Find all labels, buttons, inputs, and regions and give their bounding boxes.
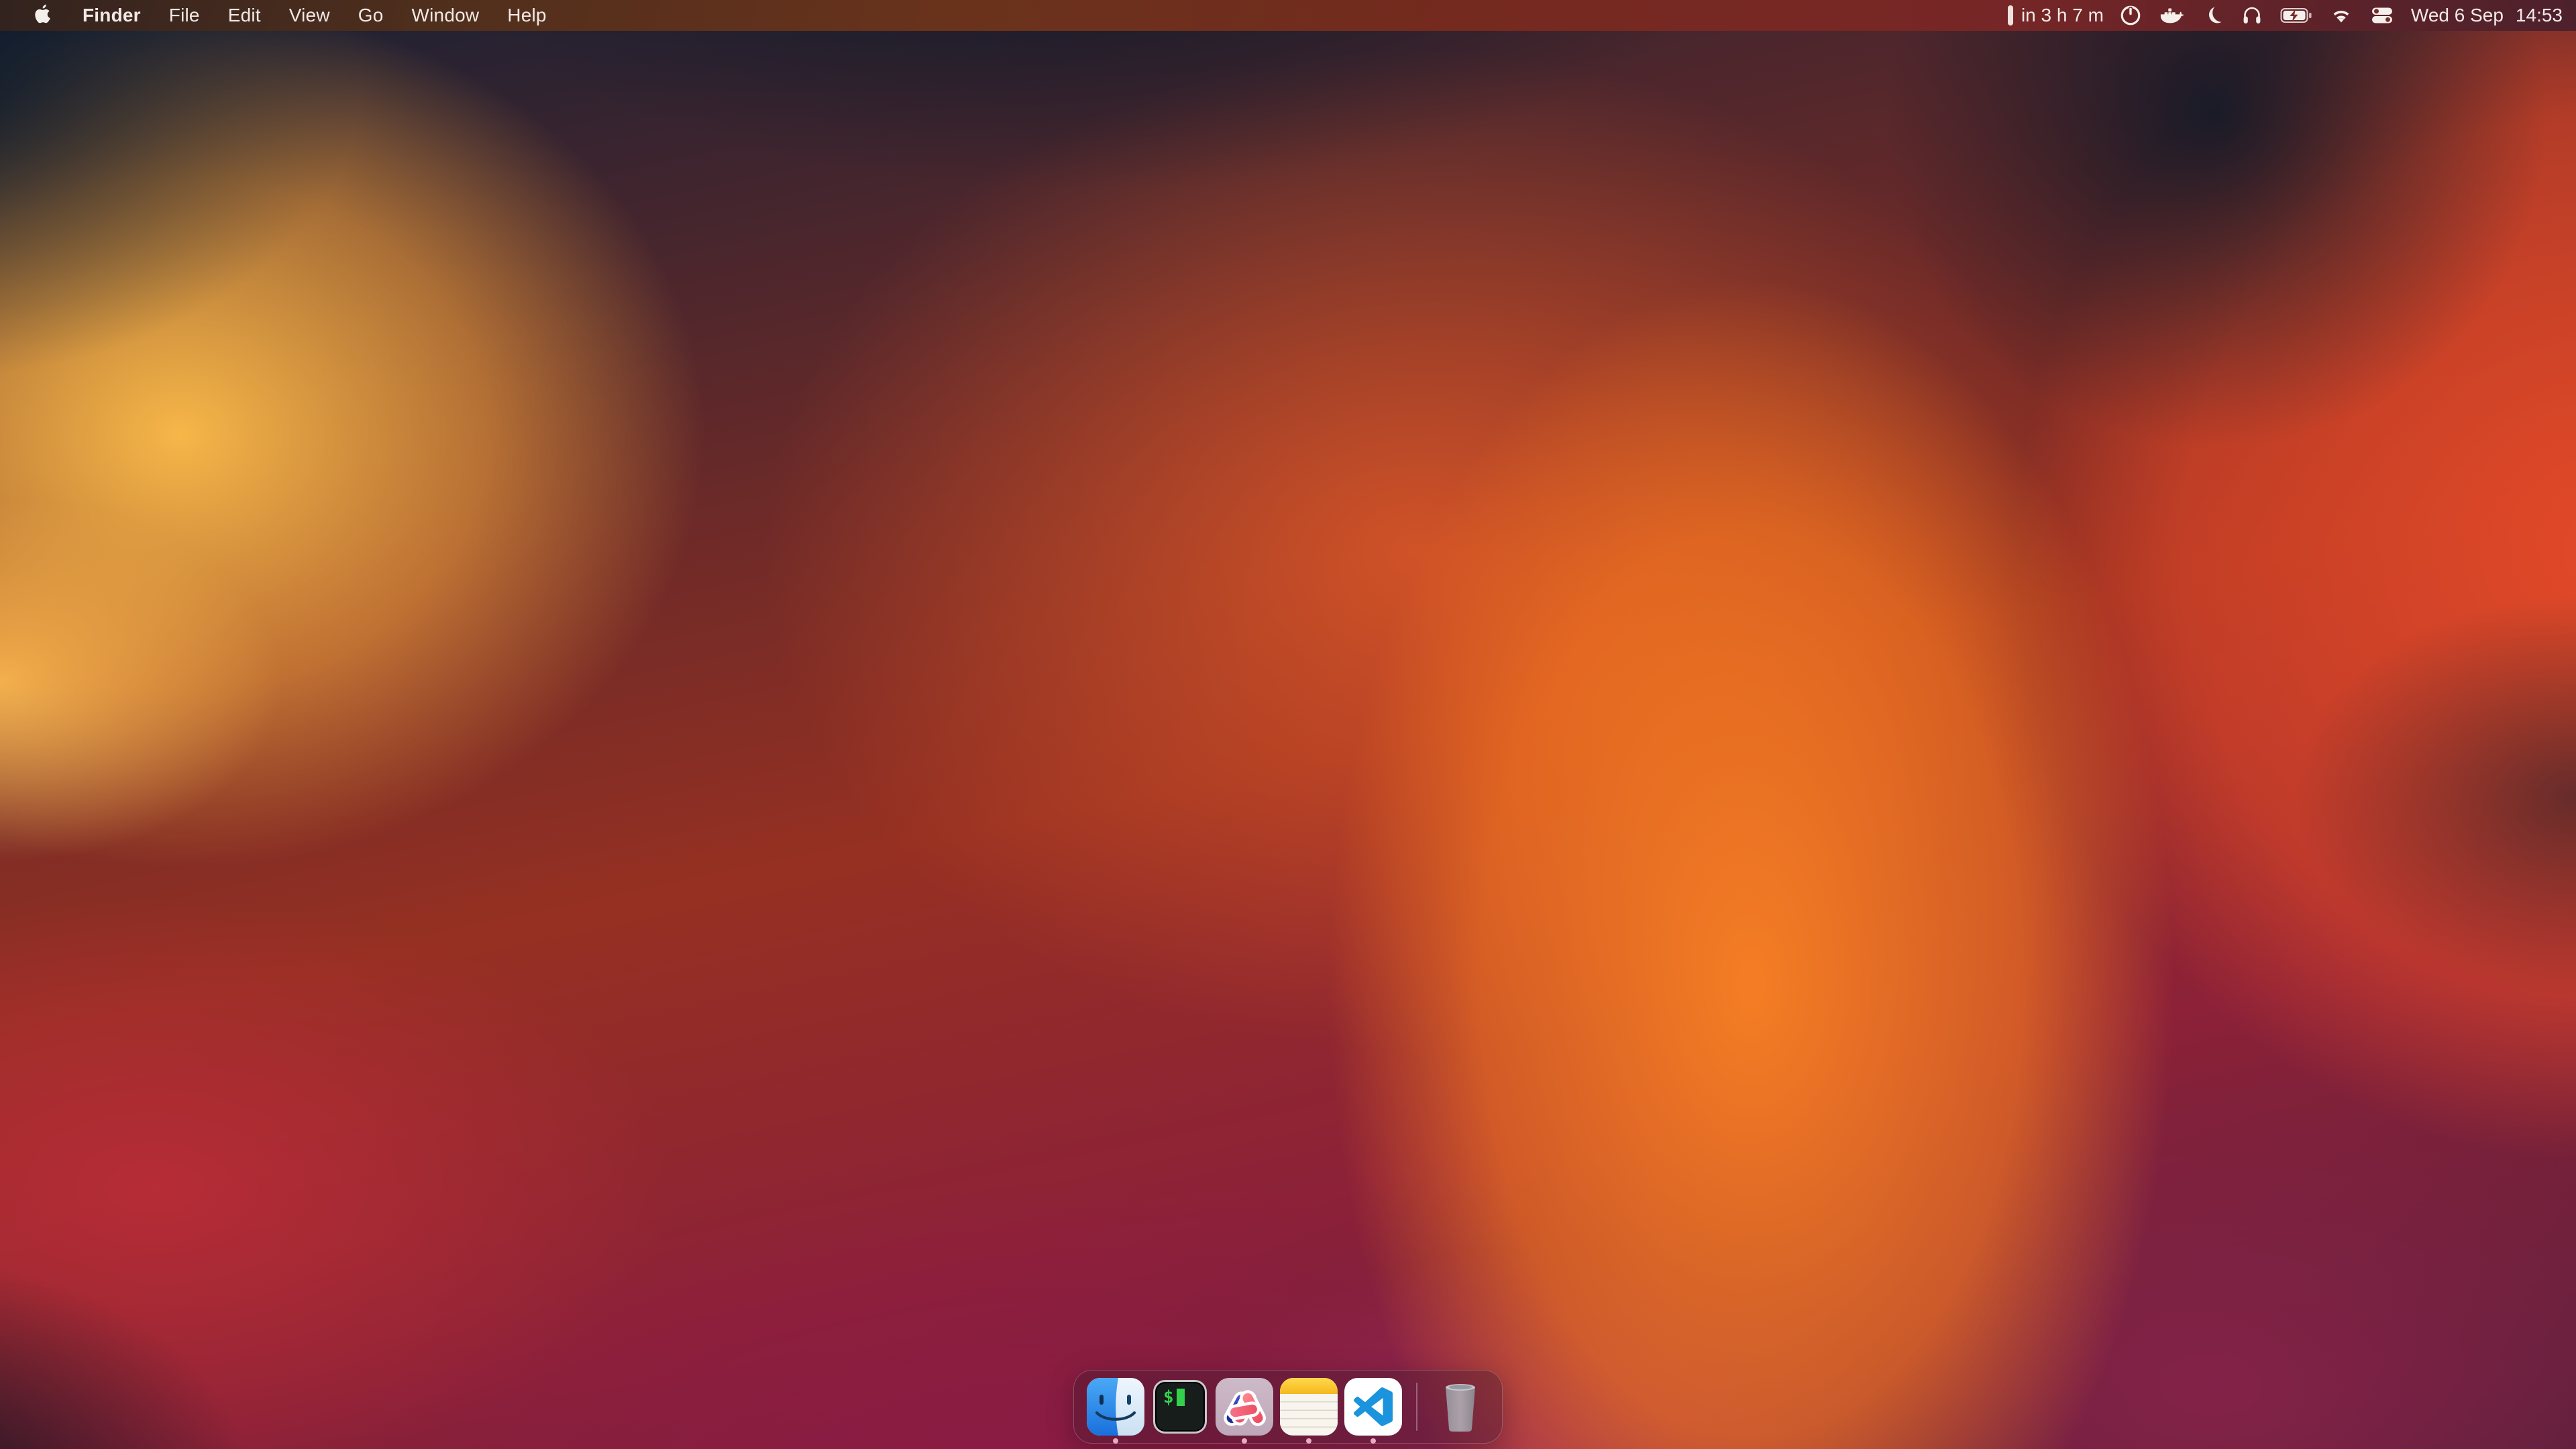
menu-item-finder[interactable]: Finder	[68, 0, 155, 31]
desktop-wallpaper[interactable]	[0, 0, 2576, 1449]
docker-menu-icon[interactable]	[2151, 0, 2194, 31]
menu-item-edit[interactable]: Edit	[214, 0, 275, 31]
apple-logo-icon	[32, 3, 54, 29]
menu-item-go[interactable]: Go	[344, 0, 398, 31]
apple-menu[interactable]	[23, 0, 63, 31]
dock-app-vscode[interactable]	[1344, 1378, 1402, 1436]
control-center-icon[interactable]	[2361, 0, 2403, 31]
menu-bar-clock[interactable]: Wed 6 Sep 14:53	[2403, 5, 2576, 26]
dock-app-notes[interactable]	[1280, 1378, 1338, 1436]
arc-browser-icon	[1216, 1378, 1273, 1436]
dock-app-terminal[interactable]: $	[1151, 1378, 1209, 1436]
battery-charging-icon[interactable]	[2271, 0, 2321, 31]
vscode-icon	[1344, 1378, 1402, 1436]
terminal-icon: $	[1153, 1380, 1207, 1434]
trash-icon	[1432, 1378, 1489, 1436]
running-indicator	[1242, 1438, 1247, 1444]
dock-trash[interactable]	[1432, 1378, 1489, 1436]
1password-menu-icon[interactable]	[2110, 0, 2151, 31]
running-indicator	[1306, 1438, 1311, 1444]
running-indicator	[1371, 1438, 1376, 1444]
notes-yellow-header	[1280, 1378, 1338, 1394]
notes-icon	[1280, 1378, 1338, 1436]
dock-app-finder[interactable]	[1087, 1378, 1144, 1436]
timer-indicator-bar-icon	[2008, 5, 2013, 25]
dock: $	[1073, 1370, 1503, 1444]
terminal-cursor	[1177, 1389, 1185, 1406]
menu-bar: Finder File Edit View Go Window Help in …	[0, 0, 2576, 31]
dock-separator	[1416, 1383, 1417, 1431]
timer-status[interactable]: in 3 h 7 m	[2001, 0, 2110, 31]
wifi-icon[interactable]	[2321, 0, 2361, 31]
focus-moon-icon[interactable]	[2194, 0, 2233, 31]
timer-text: in 3 h 7 m	[2021, 5, 2104, 26]
dock-app-arc[interactable]	[1216, 1378, 1273, 1436]
notes-ruled-paper	[1280, 1394, 1338, 1436]
finder-icon	[1087, 1378, 1144, 1436]
headphones-icon[interactable]	[2233, 0, 2271, 31]
running-indicator	[1113, 1438, 1118, 1444]
menu-item-file[interactable]: File	[155, 0, 214, 31]
menu-item-window[interactable]: Window	[398, 0, 494, 31]
menu-bar-left: Finder File Edit View Go Window Help	[0, 0, 561, 31]
terminal-prompt-text: $	[1163, 1389, 1174, 1406]
menu-bar-status: in 3 h 7 m	[2001, 0, 2576, 31]
clock-date: Wed 6 Sep	[2411, 5, 2504, 26]
menu-item-help[interactable]: Help	[493, 0, 560, 31]
clock-time: 14:53	[2516, 5, 2563, 26]
menu-item-view[interactable]: View	[275, 0, 344, 31]
